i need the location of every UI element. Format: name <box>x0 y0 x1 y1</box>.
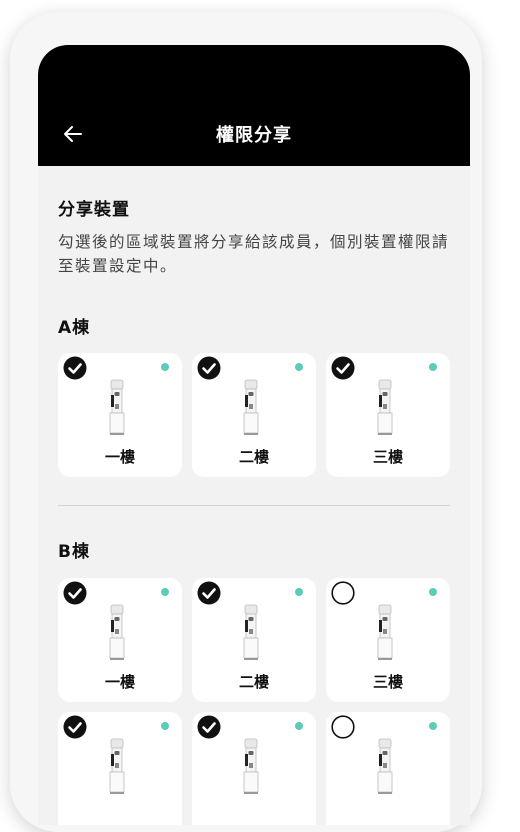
water-dispenser-icon <box>372 603 398 661</box>
status-dot <box>161 722 169 730</box>
checked-circle-icon[interactable] <box>197 715 221 739</box>
status-dot <box>295 363 303 371</box>
group-title-a: A棟 <box>58 318 91 338</box>
device-label: 二樓 <box>238 673 269 691</box>
app-screen: 權限分享 分享裝置 勾選後的區域裝置將分享給該成員，個別裝置權限請至裝置設定中。… <box>38 45 470 825</box>
device-label: 一樓 <box>104 673 135 691</box>
status-dot <box>429 722 437 730</box>
device-card[interactable]: 二樓 <box>192 353 316 477</box>
status-dot <box>429 588 437 596</box>
share-devices-title: 分享裝置 <box>58 200 130 220</box>
device-label: 三樓 <box>372 673 403 691</box>
device-label: 二樓 <box>238 448 269 466</box>
status-dot <box>295 588 303 596</box>
status-dot <box>429 363 437 371</box>
unchecked-circle-icon[interactable] <box>331 715 355 739</box>
water-dispenser-icon <box>238 378 264 436</box>
device-label: 一樓 <box>104 448 135 466</box>
checked-circle-icon[interactable] <box>63 581 87 605</box>
checked-circle-icon[interactable] <box>197 356 221 380</box>
device-card[interactable]: 三樓 <box>326 353 450 477</box>
water-dispenser-icon <box>372 737 398 795</box>
water-dispenser-icon <box>238 737 264 795</box>
device-grid-a: 一樓 二樓 三樓 <box>58 353 450 477</box>
group-title-b: B棟 <box>58 542 90 562</box>
device-card[interactable]: 三樓 <box>326 578 450 702</box>
water-dispenser-icon <box>104 603 130 661</box>
share-description: 勾選後的區域裝置將分享給該成員，個別裝置權限請至裝置設定中。 <box>58 233 450 275</box>
status-dot <box>161 363 169 371</box>
checked-circle-icon[interactable] <box>63 715 87 739</box>
divider <box>58 505 450 506</box>
device-card[interactable] <box>58 712 182 825</box>
device-grid-b: 一樓 二樓 三樓 <box>58 578 450 825</box>
status-dot <box>295 722 303 730</box>
device-card[interactable]: 一樓 <box>58 578 182 702</box>
water-dispenser-icon <box>238 603 264 661</box>
device-card[interactable]: 二樓 <box>192 578 316 702</box>
water-dispenser-icon <box>104 737 130 795</box>
status-dot <box>161 588 169 596</box>
device-label: 三樓 <box>372 448 403 466</box>
checked-circle-icon[interactable] <box>331 356 355 380</box>
checked-circle-icon[interactable] <box>63 356 87 380</box>
unchecked-circle-icon[interactable] <box>331 581 355 605</box>
phone-frame: 權限分享 分享裝置 勾選後的區域裝置將分享給該成員，個別裝置權限請至裝置設定中。… <box>10 12 482 832</box>
water-dispenser-icon <box>372 378 398 436</box>
water-dispenser-icon <box>104 378 130 436</box>
page-title: 權限分享 <box>216 125 292 146</box>
device-card[interactable] <box>192 712 316 825</box>
checked-circle-icon[interactable] <box>197 581 221 605</box>
app-header: 權限分享 <box>38 45 470 166</box>
device-card[interactable] <box>326 712 450 825</box>
device-card[interactable]: 一樓 <box>58 353 182 477</box>
